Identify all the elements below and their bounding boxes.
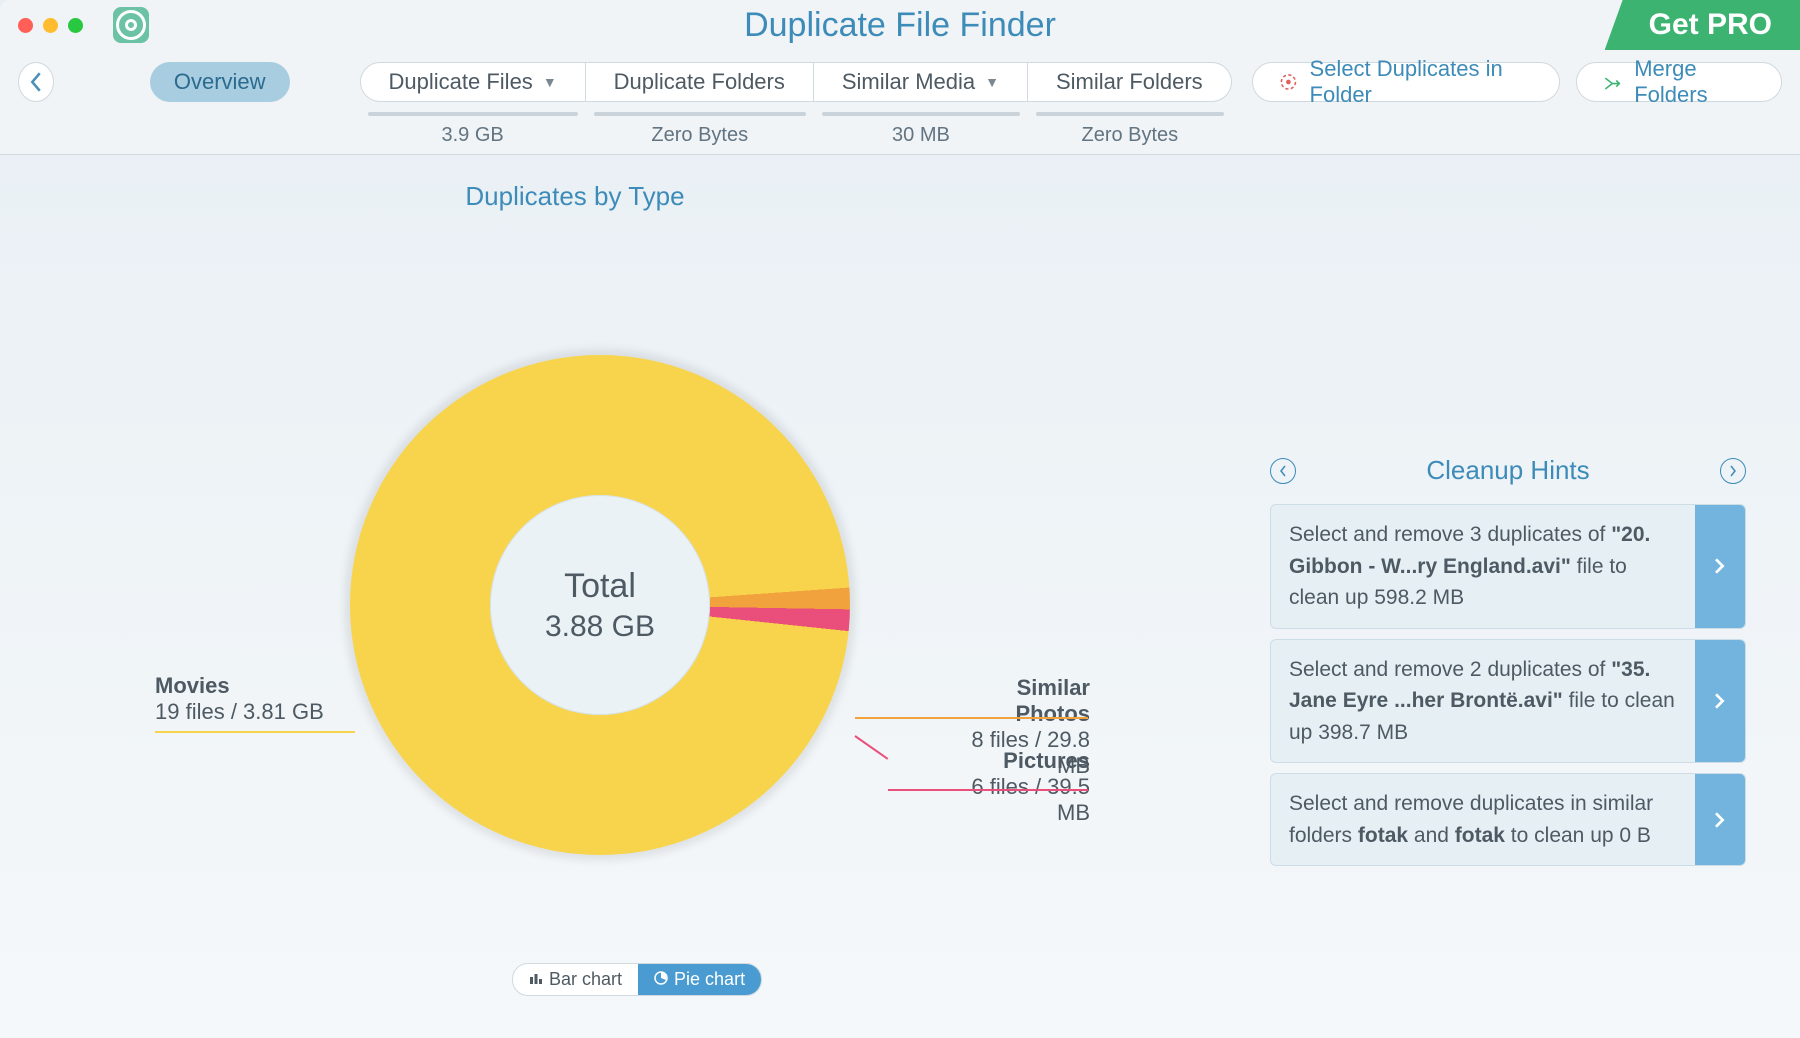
chart-type-toggle: Bar chart Pie chart [512,963,762,996]
toggle-label: Pie chart [674,969,745,990]
bar-chart-icon [529,969,543,990]
tab-label: Similar Folders [1056,69,1203,95]
toolbar: Overview Duplicate Files ▼ 3.9 GB Duplic… [0,50,1800,155]
pie-center: Total 3.88 GB [490,495,710,715]
chevron-down-icon: ▼ [543,74,557,90]
connector-line [940,717,1088,719]
category-tabs: Duplicate Files ▼ 3.9 GB Duplicate Folde… [360,62,1232,147]
pie-chart-toggle[interactable]: Pie chart [638,964,761,995]
category-detail: 19 files / 3.81 GB [155,699,324,725]
button-label: Merge Folders [1634,56,1755,108]
button-label: Select Duplicates in Folder [1310,56,1534,108]
tab-label: Similar Media [842,69,975,95]
hint-card[interactable]: Select and remove 3 duplicates of "20. G… [1270,504,1746,629]
hints-title: Cleanup Hints [1296,455,1720,486]
tab-progress-bar [822,112,1020,116]
target-icon [1279,71,1298,93]
pie-label-movies: Movies 19 files / 3.81 GB [155,673,324,725]
hint-mid: and [1408,824,1455,847]
pie-label-pictures: Pictures 6 files / 39.5 MB [940,748,1090,826]
overview-tab[interactable]: Overview [150,62,290,102]
pie-center-value: 3.88 GB [545,610,655,644]
pie-chart: Total 3.88 GB [350,355,850,855]
back-button[interactable] [18,62,54,102]
tab-similar-media[interactable]: Similar Media ▼ [814,62,1028,102]
hint-text: Select and remove duplicates in similar … [1271,774,1695,865]
bar-chart-toggle[interactable]: Bar chart [513,964,638,995]
category-name: Pictures [940,748,1090,774]
hint-text: Select and remove 3 duplicates of "20. G… [1271,505,1695,628]
connector-line [155,731,355,733]
connector-line [854,735,888,760]
cleanup-hints-panel: Cleanup Hints Select and remove 3 duplic… [1270,155,1800,1038]
hints-prev-button[interactable] [1270,458,1296,484]
hint-suffix: to clean up 0 B [1505,824,1651,847]
get-pro-button[interactable]: Get PRO [1605,0,1800,50]
tab-size: Zero Bytes [586,124,814,147]
hint-prefix: Select and remove 3 duplicates of [1289,523,1611,546]
hint-bold2: fotak [1455,824,1505,847]
titlebar: Duplicate File Finder Get PRO [0,0,1800,50]
merge-icon [1603,71,1622,93]
category-name: Similar Photos [940,675,1090,727]
hint-go-button[interactable] [1695,505,1745,628]
window-controls [18,18,83,33]
category-name: Movies [155,673,324,699]
pie-center-label: Total [564,567,636,606]
category-detail: 6 files / 39.5 MB [940,774,1090,826]
tab-size: 30 MB [814,124,1028,147]
tab-similar-folders[interactable]: Similar Folders [1028,62,1232,102]
hint-go-button[interactable] [1695,640,1745,763]
close-window-button[interactable] [18,18,33,33]
tab-duplicate-folders[interactable]: Duplicate Folders [586,62,814,102]
app-icon [113,7,149,43]
hint-go-button[interactable] [1695,774,1745,865]
chevron-down-icon: ▼ [985,74,999,90]
connector-line [855,717,940,719]
tab-size: Zero Bytes [1028,124,1232,147]
merge-folders-button[interactable]: Merge Folders [1576,62,1782,102]
connector-line [888,789,1088,791]
chart-panel: Duplicates by Type Total 3.88 GB Movies … [0,155,1270,1038]
tab-progress-bar [594,112,806,116]
hints-next-button[interactable] [1720,458,1746,484]
minimize-window-button[interactable] [43,18,58,33]
tab-label: Duplicate Files [389,69,533,95]
hints-header: Cleanup Hints [1270,455,1746,486]
tab-progress-bar [368,112,578,116]
app-title: Duplicate File Finder [0,6,1800,45]
hint-bold: fotak [1358,824,1408,847]
tab-progress-bar [1036,112,1224,116]
tab-duplicate-files[interactable]: Duplicate Files ▼ [360,62,586,102]
hint-card[interactable]: Select and remove duplicates in similar … [1270,773,1746,866]
hint-card[interactable]: Select and remove 2 duplicates of "35. J… [1270,639,1746,764]
tab-size: 3.9 GB [360,124,586,147]
hint-text: Select and remove 2 duplicates of "35. J… [1271,640,1695,763]
tab-label: Duplicate Folders [614,69,785,95]
pie-chart-icon [654,969,668,990]
select-duplicates-in-folder-button[interactable]: Select Duplicates in Folder [1252,62,1561,102]
toggle-label: Bar chart [549,969,622,990]
maximize-window-button[interactable] [68,18,83,33]
section-title: Duplicates by Type [0,181,1270,212]
duplicates-pie-chart: Total 3.88 GB [350,355,850,855]
hint-prefix: Select and remove 2 duplicates of [1289,658,1611,681]
main-content: Duplicates by Type Total 3.88 GB Movies … [0,155,1800,1038]
